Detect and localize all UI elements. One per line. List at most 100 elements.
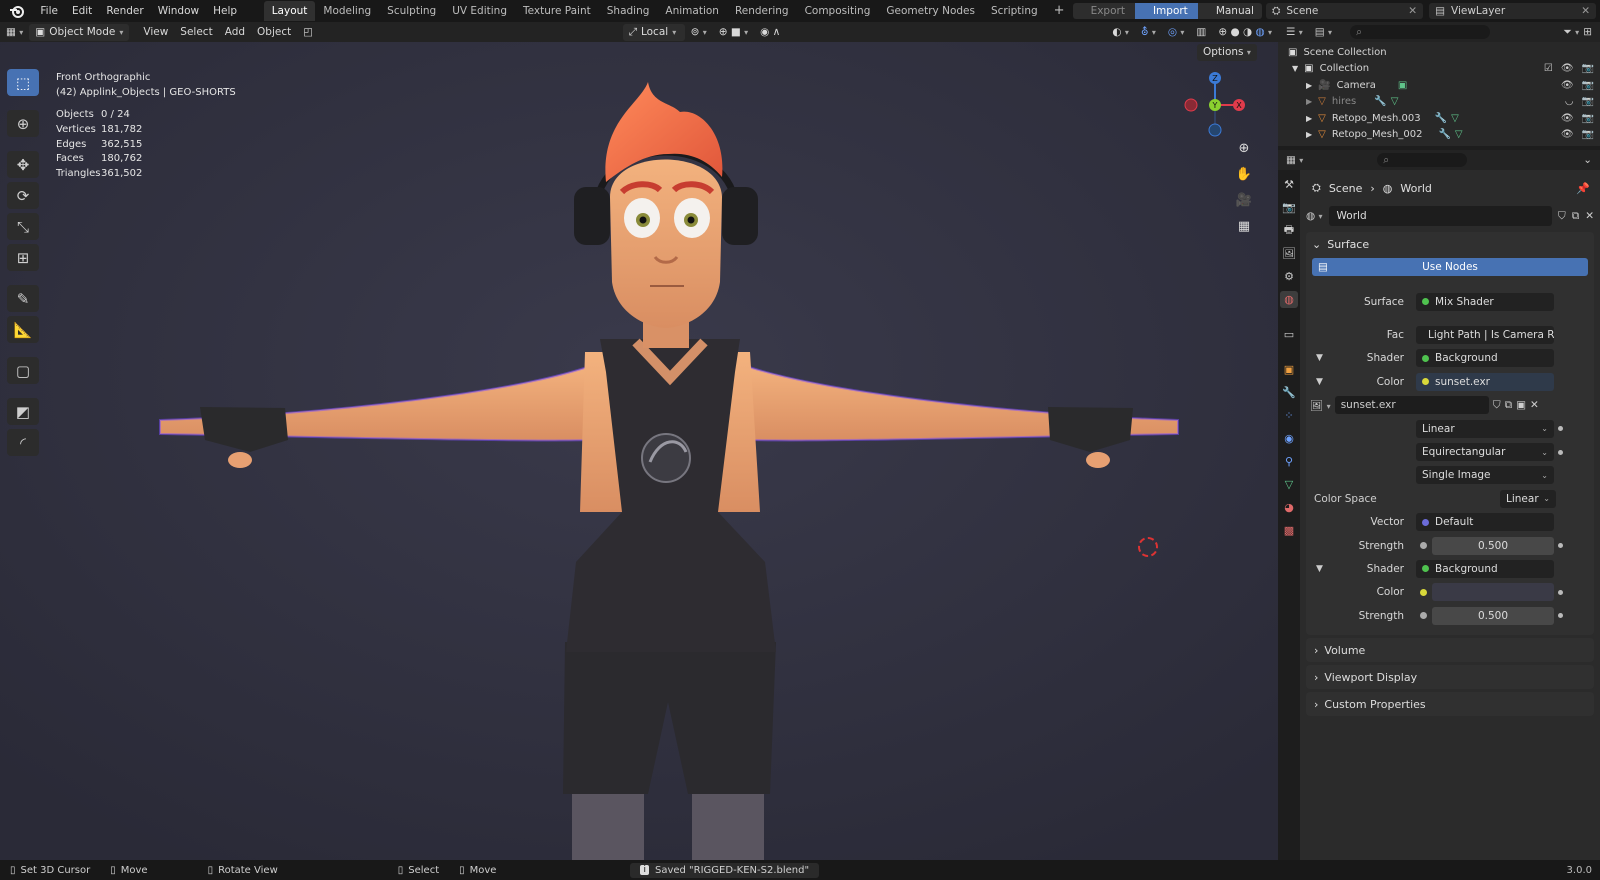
vector-socket-field[interactable]: Default: [1416, 513, 1554, 532]
custom-properties-panel-header[interactable]: › Custom Properties: [1306, 692, 1594, 717]
tab-compositing[interactable]: Compositing: [797, 1, 879, 21]
camera-icon[interactable]: 📷: [1582, 80, 1594, 91]
duplicate-icon[interactable]: ⧉: [1505, 399, 1513, 412]
outliner-row-hires[interactable]: ▶ ▽ hires 🔧 ▽ ◡ 📷: [1278, 94, 1600, 111]
navigation-gizmo[interactable]: Z Y X: [1180, 70, 1250, 140]
gizmo-toggle-icon[interactable]: ⛢ ▾: [1135, 26, 1162, 38]
select-box-tool-icon[interactable]: ⬚: [7, 69, 39, 96]
menu-view[interactable]: View: [137, 26, 174, 38]
import-button[interactable]: Import: [1134, 3, 1198, 19]
expand-icon[interactable]: ▼: [1292, 64, 1298, 73]
shader2-socket-field[interactable]: Background: [1416, 559, 1554, 578]
eye-icon[interactable]: 👁: [1561, 113, 1574, 124]
tab-scripting[interactable]: Scripting: [983, 1, 1046, 21]
fake-user-icon[interactable]: ⛉: [1493, 399, 1501, 412]
shading-modes-icon[interactable]: ⊕ ● ◑ ◍ ▾: [1212, 26, 1278, 38]
surface-panel-header[interactable]: ⌄ Surface: [1306, 232, 1594, 256]
tab-sculpting[interactable]: Sculpting: [379, 1, 444, 21]
world-name-field[interactable]: World: [1328, 206, 1552, 226]
snap-icon[interactable]: ⊕ ■ ▾: [713, 26, 754, 38]
menu-select[interactable]: Select: [174, 26, 218, 38]
color1-socket-field[interactable]: sunset.exr: [1416, 372, 1554, 391]
camera-view-icon[interactable]: 🎥: [1233, 190, 1255, 210]
constraints-tab-icon[interactable]: ⚲: [1280, 453, 1298, 470]
eye-closed-icon[interactable]: ◡: [1565, 96, 1574, 107]
open-image-icon[interactable]: ▣: [1516, 399, 1526, 411]
material-tab-icon[interactable]: ◕: [1280, 499, 1298, 516]
tab-shading[interactable]: Shading: [599, 1, 658, 21]
menu-object[interactable]: Object: [251, 26, 297, 38]
fac-socket-field[interactable]: Light Path | Is Camera Ray: [1416, 326, 1554, 345]
fake-user-icon[interactable]: ⛉: [1558, 210, 1566, 223]
camera-icon[interactable]: 📷: [1582, 63, 1594, 74]
physics-tab-icon[interactable]: ◉: [1280, 430, 1298, 447]
tab-uv-editing[interactable]: UV Editing: [444, 1, 515, 21]
world-tab-icon[interactable]: ◍: [1280, 291, 1298, 308]
expand-icon[interactable]: ▼: [1316, 377, 1323, 387]
shader1-socket-field[interactable]: Background: [1416, 349, 1554, 368]
image-browse-icon[interactable]: 🖼 ▾: [1310, 399, 1331, 412]
gesture-icon[interactable]: ◰: [297, 26, 319, 38]
add-workspace-icon[interactable]: +: [1046, 1, 1073, 21]
eye-icon[interactable]: 👁: [1561, 80, 1574, 91]
expand-icon[interactable]: ▶: [1306, 97, 1312, 106]
expand-icon[interactable]: ▶: [1306, 130, 1312, 139]
tab-geometry-nodes[interactable]: Geometry Nodes: [878, 1, 983, 21]
filter-icon[interactable]: ⏷ ▾: [1563, 26, 1579, 39]
keyframe-dot-icon[interactable]: [1558, 449, 1563, 455]
source-dropdown[interactable]: Single Image ⌄: [1416, 466, 1554, 485]
outliner-row-collection[interactable]: ▼ ▣ Collection ☑ 👁 📷: [1278, 61, 1600, 78]
outliner-row-scene-collection[interactable]: ▣ Scene Collection: [1278, 44, 1600, 61]
outliner-row-camera[interactable]: ▶ 🎥 Camera ▣ 👁 📷: [1278, 77, 1600, 94]
camera-icon[interactable]: 📷: [1582, 96, 1594, 107]
image-name-field[interactable]: sunset.exr: [1334, 396, 1489, 415]
zoom-icon[interactable]: ⊕: [1233, 138, 1255, 158]
tab-texture-paint[interactable]: Texture Paint: [515, 1, 599, 21]
tab-modeling[interactable]: Modeling: [315, 1, 379, 21]
tab-rendering[interactable]: Rendering: [727, 1, 797, 21]
view-layer-tab-icon[interactable]: 🖼: [1280, 245, 1298, 262]
transform-tool-icon[interactable]: ⊞: [7, 244, 39, 271]
tool-tab-icon[interactable]: ⚒: [1280, 176, 1298, 193]
keyframe-dot-icon[interactable]: [1558, 589, 1563, 595]
viewlayer-selector[interactable]: ▤ ViewLayer ✕: [1429, 3, 1596, 19]
xray-icon[interactable]: ▥: [1190, 26, 1212, 38]
pan-hand-icon[interactable]: ✋: [1233, 164, 1255, 184]
properties-editor-icon[interactable]: ▦ ▾: [1286, 154, 1303, 166]
surface-socket-field[interactable]: Mix Shader: [1416, 292, 1554, 311]
menu-edit[interactable]: Edit: [65, 0, 99, 22]
annotate-tool-icon[interactable]: ✎: [7, 285, 39, 312]
pin-icon[interactable]: 📌: [1576, 182, 1590, 195]
viewport-display-panel-header[interactable]: › Viewport Display: [1306, 665, 1594, 690]
outliner-editor-icon[interactable]: ☰ ▾: [1286, 26, 1303, 38]
scene-selector[interactable]: ⛭ Scene ✕: [1265, 3, 1424, 19]
outliner-row-retopo-003[interactable]: ▶ ▽ Retopo_Mesh.003 🔧 ▽ 👁 📷: [1278, 110, 1600, 127]
collection-tab-icon[interactable]: ▭: [1280, 326, 1298, 343]
shear-tool-icon[interactable]: ◩: [7, 398, 39, 425]
keyframe-dot-icon[interactable]: [1558, 543, 1563, 549]
eye-icon[interactable]: 👁: [1561, 129, 1574, 140]
move-tool-icon[interactable]: ✥: [7, 151, 39, 178]
interpolation-dropdown[interactable]: Linear ⌄: [1416, 419, 1554, 438]
expand-icon[interactable]: ▶: [1306, 81, 1312, 90]
ortho-grid-icon[interactable]: ▦: [1233, 216, 1255, 236]
strength1-slider[interactable]: 0.500: [1432, 536, 1554, 555]
use-nodes-button[interactable]: ▤ Use Nodes: [1312, 258, 1588, 276]
camera-icon[interactable]: 📷: [1582, 113, 1594, 124]
options-dropdown[interactable]: Options ▾: [1197, 44, 1257, 61]
particles-tab-icon[interactable]: ⁘: [1280, 407, 1298, 424]
modifier-tab-icon[interactable]: 🔧: [1280, 384, 1298, 401]
overlay-toggle-icon[interactable]: ◎ ▾: [1162, 26, 1191, 38]
close-icon[interactable]: ✕: [1575, 5, 1596, 17]
menu-add[interactable]: Add: [219, 26, 251, 38]
cursor-tool-icon[interactable]: ⊕: [7, 110, 39, 137]
data-tab-icon[interactable]: ▽: [1280, 476, 1298, 493]
volume-panel-header[interactable]: › Volume: [1306, 638, 1594, 663]
visibility-icon[interactable]: ◐ ▾: [1106, 26, 1135, 38]
manual-button[interactable]: Manual: [1198, 5, 1262, 17]
checkbox-icon[interactable]: ☑: [1544, 63, 1553, 74]
color2-swatch[interactable]: [1432, 583, 1554, 602]
keyframe-dot-icon[interactable]: [1558, 426, 1563, 432]
outliner-search-input[interactable]: ⌕: [1350, 25, 1491, 39]
blender-logo-icon[interactable]: [0, 0, 33, 22]
